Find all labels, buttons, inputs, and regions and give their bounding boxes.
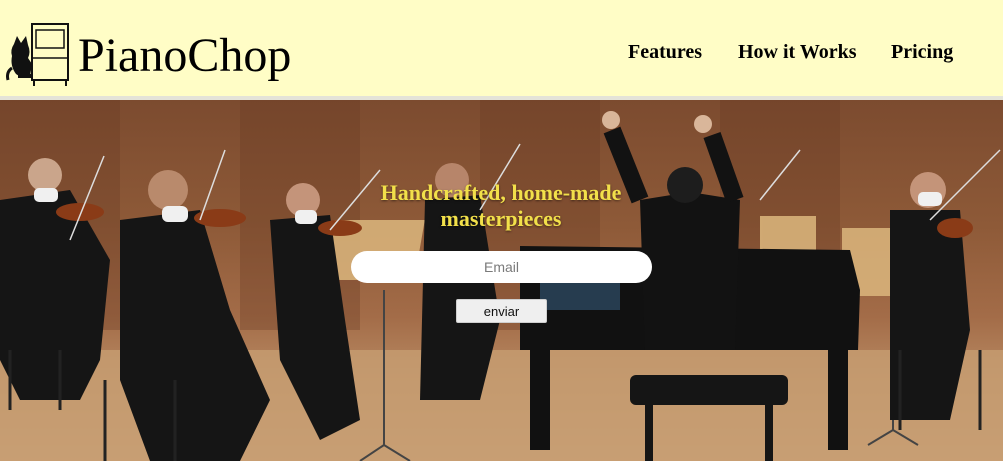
site-header: PianoChop Features How it Works Pricing xyxy=(0,0,1003,97)
brand-name[interactable]: PianoChop xyxy=(78,28,291,84)
email-input[interactable] xyxy=(351,251,652,283)
nav-pricing[interactable]: Pricing xyxy=(891,41,953,64)
submit-button[interactable]: enviar xyxy=(456,299,547,323)
piano-cat-logo-icon[interactable] xyxy=(4,18,74,88)
nav-features[interactable]: Features xyxy=(628,41,702,64)
nav-how-it-works[interactable]: How it Works xyxy=(738,41,857,64)
hero-title: Handcrafted, home-made masterpieces xyxy=(380,180,622,231)
